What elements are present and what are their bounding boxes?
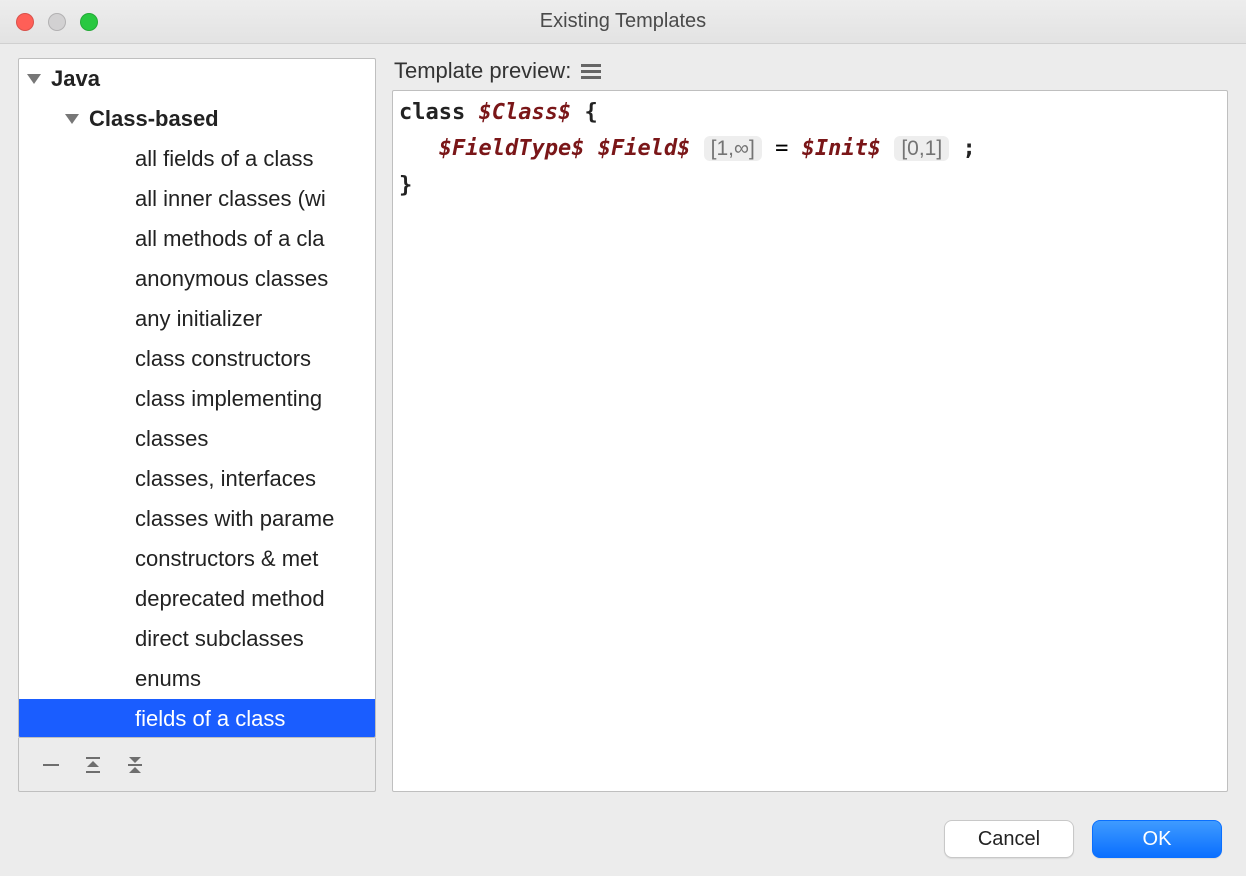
code-variable: $Field$ (598, 136, 691, 161)
tree-leaf[interactable]: all inner classes (wi (19, 179, 375, 219)
tree-leaf-label: classes (135, 426, 208, 452)
tree-leaf-label: deprecated method (135, 586, 325, 612)
minus-icon (41, 755, 61, 775)
tree-leaf[interactable]: classes, interfaces (19, 459, 375, 499)
tree-leaf-label: all inner classes (wi (135, 186, 326, 212)
chevron-down-icon (65, 114, 79, 124)
tree: Java Class-based all fields of a class a… (19, 59, 375, 738)
remove-button[interactable] (33, 747, 69, 783)
collapse-all-icon (125, 755, 145, 775)
zoom-window-button[interactable] (80, 13, 98, 31)
tree-leaf[interactable]: anonymous classes (19, 259, 375, 299)
tree-node-java[interactable]: Java (19, 59, 375, 99)
code-line: $FieldType$ $Field$ [1,∞] = $Init$ [0,1]… (399, 131, 1221, 167)
button-label: OK (1143, 828, 1172, 851)
code-brace: } (399, 173, 412, 198)
dialog-footer: Cancel OK (944, 820, 1222, 858)
preview-header: Template preview: (392, 58, 1228, 90)
tree-leaf-label: any initializer (135, 306, 262, 332)
tree-node-class-based[interactable]: Class-based (19, 99, 375, 139)
tree-leaf[interactable]: classes (19, 419, 375, 459)
expand-all-icon (83, 755, 103, 775)
preview-header-label: Template preview: (394, 58, 571, 84)
cancel-button[interactable]: Cancel (944, 820, 1074, 858)
code-variable: $Init$ (802, 136, 881, 161)
tree-leaf[interactable]: deprecated method (19, 579, 375, 619)
titlebar: Existing Templates (0, 0, 1246, 44)
code-brace: { (584, 100, 597, 125)
template-preview: class $Class$ { $FieldType$ $Field$ [1,∞… (392, 90, 1228, 792)
tree-leaf-label: all methods of a cla (135, 226, 325, 252)
filter-icon[interactable] (581, 64, 601, 79)
code-variable: $Class$ (478, 100, 571, 125)
tree-leaf-label: constructors & met (135, 546, 318, 572)
tree-toolbar (18, 738, 376, 792)
ok-button[interactable]: OK (1092, 820, 1222, 858)
dialog-content: Java Class-based all fields of a class a… (0, 44, 1246, 802)
code-variable: $FieldType$ (439, 136, 585, 161)
code-line: } (399, 168, 1221, 204)
code-equals: = (775, 136, 788, 161)
tree-leaf-selected[interactable]: fields of a class (19, 699, 375, 738)
left-panel: Java Class-based all fields of a class a… (18, 58, 376, 792)
code-constraint: [1,∞] (704, 136, 762, 161)
tree-leaf-label: anonymous classes (135, 266, 328, 292)
expand-all-button[interactable] (75, 747, 111, 783)
tree-leaf[interactable]: class implementing (19, 379, 375, 419)
window-title: Existing Templates (0, 10, 1246, 33)
tree-leaf[interactable]: classes with parame (19, 499, 375, 539)
minimize-window-button[interactable] (48, 13, 66, 31)
button-label: Cancel (978, 828, 1040, 851)
tree-leaf[interactable]: direct subclasses (19, 619, 375, 659)
tree-leaf[interactable]: constructors & met (19, 539, 375, 579)
tree-node-label: Class-based (89, 106, 219, 132)
tree-leaf[interactable]: all fields of a class (19, 139, 375, 179)
tree-leaf[interactable]: all methods of a cla (19, 219, 375, 259)
tree-leaf-label: all fields of a class (135, 146, 314, 172)
code-semicolon: ; (962, 136, 975, 161)
tree-leaf-label: direct subclasses (135, 626, 304, 652)
chevron-down-icon (27, 74, 41, 84)
tree-leaf-label: classes, interfaces (135, 466, 316, 492)
tree-leaf-label: fields of a class (135, 706, 285, 732)
code-line: class $Class$ { (399, 95, 1221, 131)
tree-leaf-label: class constructors (135, 346, 311, 372)
traffic-lights (16, 13, 98, 31)
right-panel: Template preview: class $Class$ { $Field… (392, 58, 1228, 792)
template-tree[interactable]: Java Class-based all fields of a class a… (18, 58, 376, 738)
tree-leaf-label: class implementing (135, 386, 322, 412)
tree-node-label: Java (51, 66, 100, 92)
collapse-all-button[interactable] (117, 747, 153, 783)
close-window-button[interactable] (16, 13, 34, 31)
code-constraint: [0,1] (894, 136, 949, 161)
tree-leaf[interactable]: any initializer (19, 299, 375, 339)
tree-leaf[interactable]: class constructors (19, 339, 375, 379)
tree-leaf[interactable]: enums (19, 659, 375, 699)
code-keyword: class (399, 100, 465, 125)
tree-leaf-label: classes with parame (135, 506, 334, 532)
tree-leaf-label: enums (135, 666, 201, 692)
